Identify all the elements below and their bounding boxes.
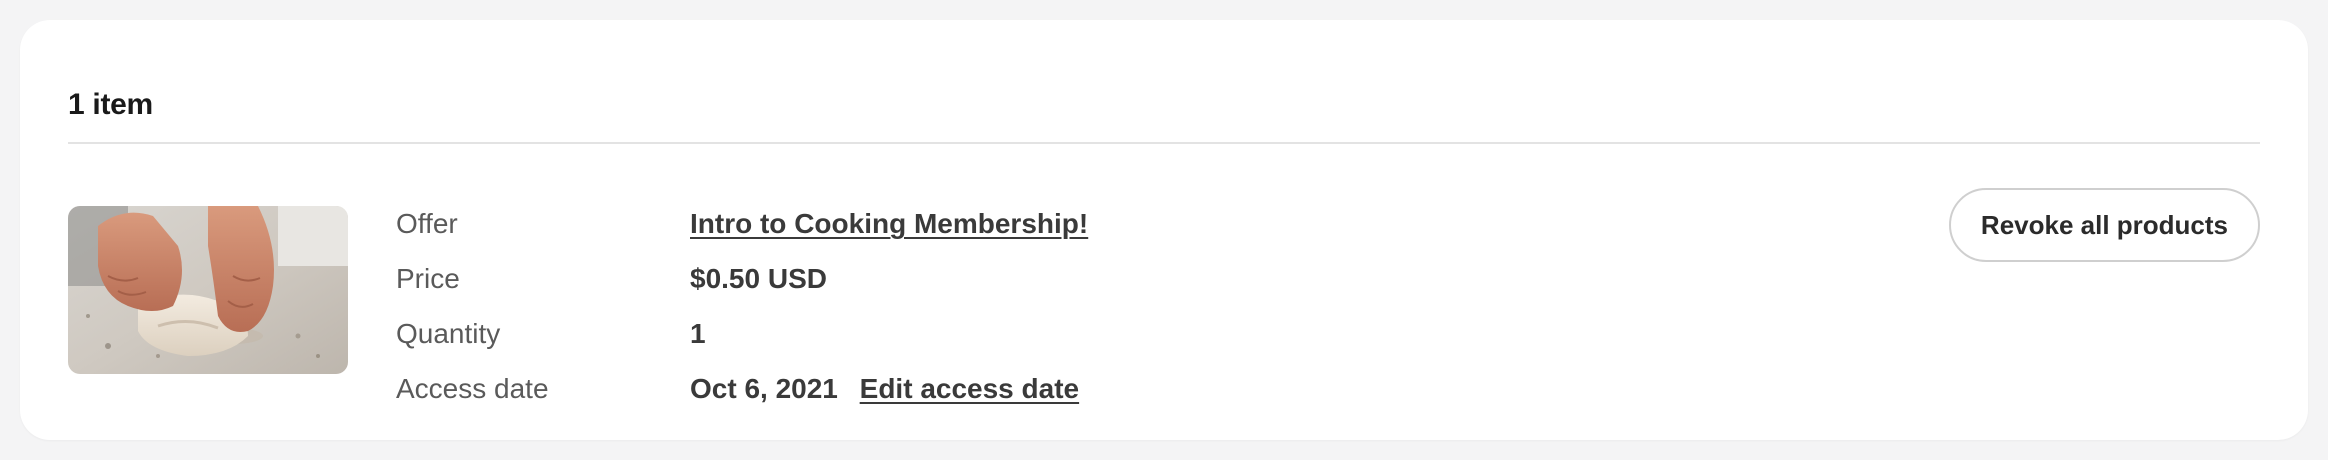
order-items-card: 1 item Offer Intro to Cooking Membership… <box>20 20 2308 440</box>
offer-label: Offer <box>396 208 458 239</box>
offer-value: Intro to Cooking Membership! <box>690 208 1088 240</box>
edit-access-date-link[interactable]: Edit access date <box>860 373 1079 404</box>
access-date-value: Oct 6, 2021 <box>690 373 838 404</box>
access-date-group: Oct 6, 2021 Edit access date <box>690 373 1079 405</box>
access-date-label: Access date <box>396 373 549 404</box>
quantity-value: 1 <box>690 318 706 349</box>
price-value: $0.50 USD <box>690 263 827 294</box>
quantity-label: Quantity <box>396 318 501 349</box>
offer-link[interactable]: Intro to Cooking Membership! <box>690 208 1088 239</box>
price-label: Price <box>396 263 460 294</box>
item-count-heading: 1 item <box>68 88 153 121</box>
product-thumbnail <box>68 206 348 374</box>
revoke-all-products-button[interactable]: Revoke all products <box>1948 188 2260 262</box>
kneading-dough-image <box>68 206 348 374</box>
card-header: 1 item <box>68 68 2260 144</box>
